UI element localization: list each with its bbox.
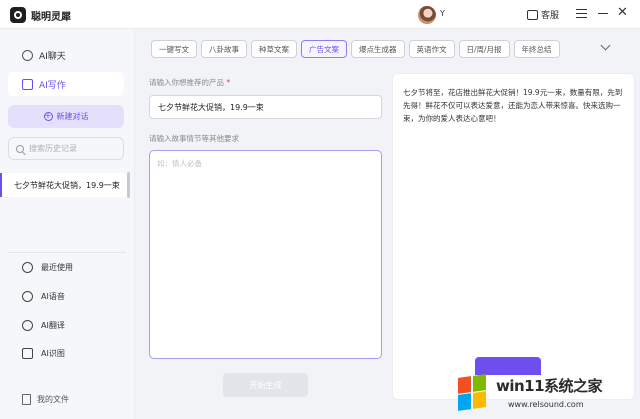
result-panel: 七夕节将至，花店推出鲜花大促销！19.9元一束，数量有限，先到先得！鲜花不仅可以… (392, 73, 635, 400)
watermark: win11系统之家 www.relsound.com (448, 367, 640, 419)
sidebar-tool-label: AI翻译 (41, 321, 65, 330)
new-chat-label: 新建对话 (56, 112, 89, 121)
translate-icon (22, 320, 33, 331)
tab-reports[interactable]: 日/周/月报 (458, 40, 510, 58)
chevron-down-icon[interactable] (600, 40, 611, 51)
sidebar-tool-label: 最近使用 (41, 263, 73, 272)
app-logo-icon (10, 7, 26, 23)
sidebar-scrollbar[interactable] (127, 172, 130, 198)
scan-image-icon (22, 348, 33, 359)
tab-gossip-story[interactable]: 八卦故事 (201, 40, 247, 58)
plus-circle-icon: + (43, 111, 53, 121)
new-chat-button[interactable]: + 新建对话 (8, 105, 124, 128)
tab-ad-copy[interactable]: 广告文案 (301, 40, 347, 58)
sidebar-divider (8, 252, 126, 253)
sidebar-item-ai-voice[interactable]: AI语音 (22, 291, 65, 302)
customer-service-button[interactable]: 客服 (527, 7, 560, 21)
sidebar-item-recent[interactable]: 最近使用 (22, 262, 73, 273)
sidebar-item-label: AI写作 (39, 80, 66, 91)
minimize-icon[interactable] (598, 13, 608, 14)
tab-seeding-copy[interactable]: 种草文案 (251, 40, 297, 58)
sidebar-item-ai-translate[interactable]: AI翻译 (22, 320, 65, 331)
product-label-text: 请输入你想推荐的产品 (149, 78, 224, 87)
watermark-title: win11系统之家 (496, 377, 603, 395)
product-input[interactable] (149, 95, 382, 119)
pen-icon (22, 78, 33, 90)
sidebar-item-label: AI聊天 (39, 52, 66, 62)
sidebar-item-ai-write[interactable]: AI写作 (8, 72, 124, 96)
customer-service-label: 客服 (541, 11, 560, 21)
tab-one-click-write[interactable]: 一键写文 (151, 40, 197, 58)
my-files-link[interactable]: 我的文件 (22, 394, 69, 405)
file-icon (22, 394, 31, 405)
sidebar-item-ai-chat[interactable]: AI聊天 (22, 49, 66, 62)
history-search-input[interactable] (29, 144, 119, 153)
windows-logo-icon (452, 373, 492, 413)
close-icon[interactable]: ✕ (617, 6, 628, 19)
main-area: 一键写文 八卦故事 种草文案 广告文案 爆点生成器 英语作文 日/周/月报 年终… (136, 30, 640, 419)
tab-english-essay[interactable]: 英语作文 (408, 40, 455, 58)
tab-hotspot-generator[interactable]: 爆点生成器 (351, 40, 405, 58)
story-textarea[interactable] (149, 150, 382, 359)
sidebar-tool-label: AI识图 (41, 349, 65, 358)
category-tabs: 一键写文 八卦故事 种草文案 广告文案 爆点生成器 英语作文 日/周/月报 年终… (151, 40, 560, 58)
my-files-label: 我的文件 (37, 395, 69, 404)
chat-icon (22, 50, 33, 61)
chat-bubble-icon (527, 7, 538, 20)
user-avatar[interactable] (418, 6, 436, 24)
result-text: 七夕节将至，花店推出鲜花大促销！19.9元一束，数量有限，先到先得！鲜花不仅可以… (403, 88, 623, 123)
menu-icon[interactable] (576, 9, 587, 18)
app-title: 聪明灵犀 (31, 12, 71, 23)
story-field-label: 请输入故事情节等其他要求 (149, 134, 239, 143)
history-item[interactable]: 七夕节鲜花大促销，19.9一束 (0, 173, 130, 197)
headphones-icon (22, 291, 33, 302)
sidebar: AI聊天 AI写作 + 新建对话 七夕节鲜花大促销，19.9一束 最近使用 AI… (0, 30, 135, 419)
required-mark: * (226, 78, 231, 87)
username[interactable]: Y (440, 9, 445, 18)
history-search[interactable] (8, 137, 124, 160)
sidebar-tool-label: AI语音 (41, 292, 65, 301)
product-field-label: 请输入你想推荐的产品 * (149, 77, 230, 88)
top-bar: 聪明灵犀 Y 客服 ✕ (0, 0, 640, 29)
clock-icon (22, 262, 33, 273)
watermark-url: www.relsound.com (508, 400, 584, 409)
tab-year-end-summary[interactable]: 年终总结 (513, 40, 560, 58)
search-icon (16, 144, 24, 153)
generate-button[interactable]: 开始生成 (223, 373, 308, 397)
sidebar-item-ai-image[interactable]: AI识图 (22, 348, 65, 359)
